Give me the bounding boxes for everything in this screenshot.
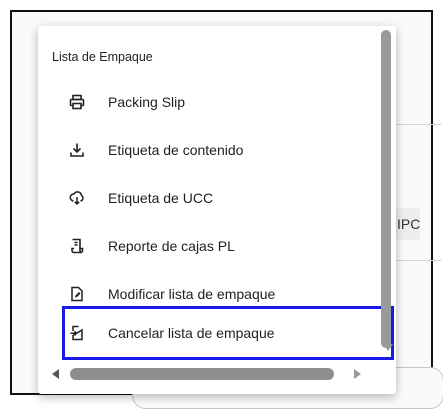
vertical-scrollbar-thumb[interactable] — [381, 30, 391, 348]
screenshot-frame: IPC Lista de Empaque Packing Slip Etique… — [10, 10, 443, 409]
menu-item-etiqueta-ucc[interactable]: Etiqueta de UCC — [38, 178, 368, 218]
horizontal-scrollbar-thumb[interactable] — [70, 368, 334, 380]
download-icon — [68, 141, 86, 159]
background-chip: IPC — [392, 208, 420, 240]
background-divider — [392, 124, 442, 125]
menu-item-label: Modificar lista de empaque — [108, 286, 276, 302]
menu-item-label: Reporte de cajas PL — [108, 238, 235, 254]
menu-item-label: Etiqueta de contenido — [108, 142, 244, 158]
menu-item-label: Etiqueta de UCC — [108, 190, 214, 206]
background-divider — [392, 260, 442, 261]
horizontal-scrollbar[interactable] — [38, 366, 378, 382]
printer-icon — [68, 93, 86, 111]
packing-list-menu: Lista de Empaque Packing Slip Etiqueta d… — [38, 26, 396, 394]
menu-item-etiqueta-contenido[interactable]: Etiqueta de contenido — [38, 130, 368, 170]
edit-document-icon — [68, 285, 86, 303]
cloud-download-icon — [68, 189, 86, 207]
menu-item-reporte-cajas[interactable]: Reporte de cajas PL — [38, 226, 368, 266]
receipt-icon — [68, 237, 86, 255]
menu-item-label: Packing Slip — [108, 94, 186, 110]
menu-item-packing-slip[interactable]: Packing Slip — [38, 82, 368, 122]
selection-highlight — [62, 306, 394, 360]
scroll-down-arrow-icon[interactable] — [383, 344, 393, 351]
scroll-right-arrow-icon[interactable] — [354, 369, 361, 379]
menu-title: Lista de Empaque — [52, 50, 153, 64]
scroll-left-arrow-icon[interactable] — [52, 369, 59, 379]
